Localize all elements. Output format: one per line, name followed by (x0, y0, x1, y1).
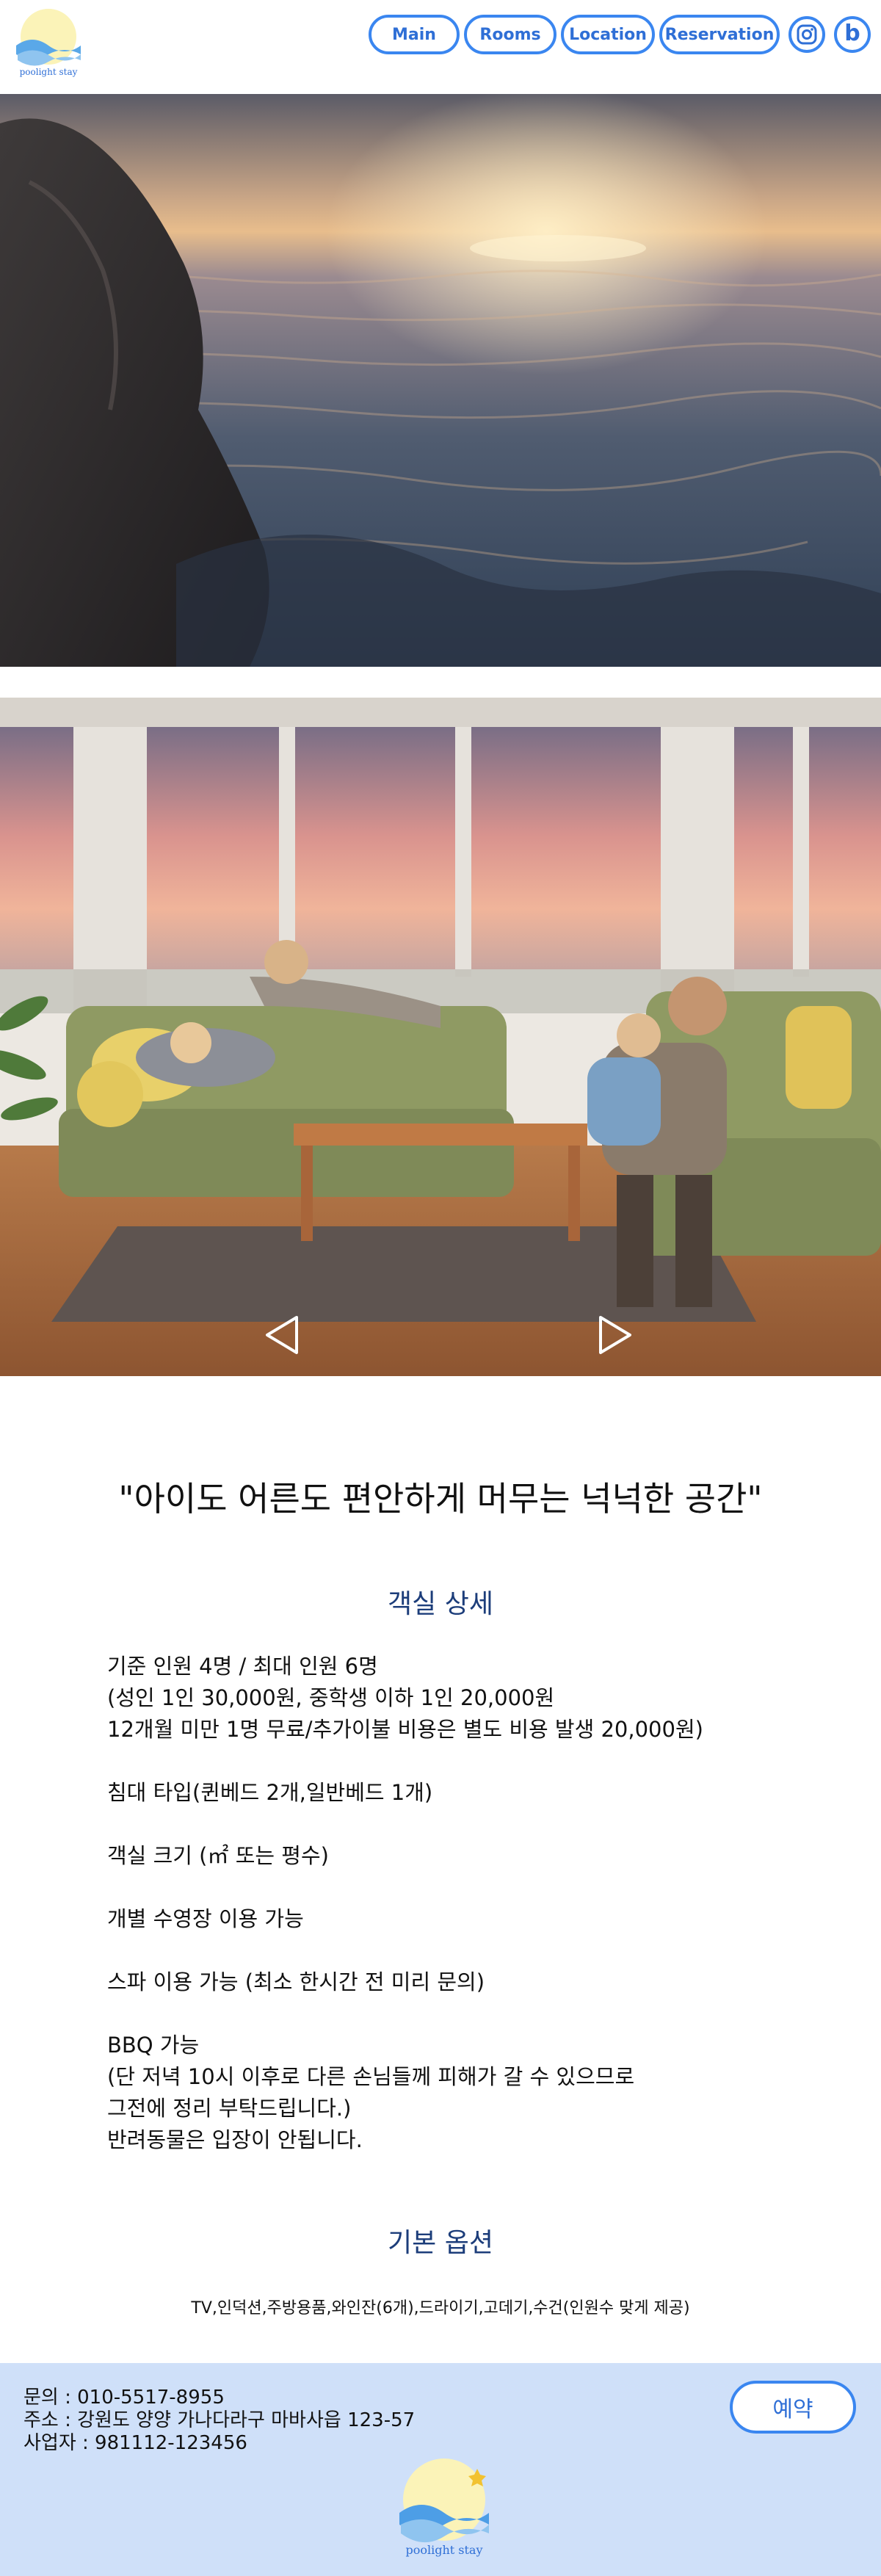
blog-b-icon[interactable]: b (834, 16, 871, 53)
brand-logo[interactable]: poolight stay (10, 7, 87, 81)
reserve-button[interactable]: 예약 (730, 2381, 856, 2434)
room-details-title: 객실 상세 (388, 1589, 493, 1619)
bed-type-info: 침대 타입(퀸베드 2개,일반베드 1개) (107, 1780, 433, 1805)
nav-reservation[interactable]: Reservation (659, 15, 780, 54)
pool-info: 개별 수영장 이용 가능 (107, 1906, 304, 1931)
main-nav: Main Rooms Location Reservation b (369, 15, 871, 54)
site-header: poolight stay Main Rooms Location Reserv… (0, 0, 881, 94)
svg-text:poolight stay: poolight stay (20, 67, 78, 77)
triangle-right-icon[interactable] (595, 1314, 636, 1356)
basic-options-title: 기본 옵션 (388, 2228, 493, 2258)
footer-logo: poolight stay (391, 2456, 498, 2561)
room-details-list: 기준 인원 4명 / 최대 인원 6명 (성인 1인 30,000원, 중학생 … (107, 1651, 812, 2188)
room-size-info: 객실 크기 (㎡ 또는 평수) (107, 1843, 329, 1868)
blog-letter: b (844, 20, 860, 46)
nav-rooms[interactable]: Rooms (464, 15, 556, 54)
basic-options-text: TV,인덕션,주방용품,와인잔(6개),드라이기,고데기,수건(인원수 맞게 제… (191, 2299, 690, 2318)
svg-text:poolight stay: poolight stay (405, 2543, 482, 2557)
capacity-info: 기준 인원 4명 / 최대 인원 6명 (성인 1인 30,000원, 중학생 … (107, 1654, 703, 1742)
site-footer: 문의 : 010-5517-8955 주소 : 강원도 양양 가나다라구 마바사… (0, 2363, 881, 2576)
nav-location[interactable]: Location (561, 15, 655, 54)
ocean-rock-sunset-photo (0, 94, 881, 667)
phone-text: 문의 : 010-5517-8955 (23, 2387, 225, 2409)
contact-info: 문의 : 010-5517-8955 주소 : 강원도 양양 가나다라구 마바사… (23, 2387, 415, 2455)
family-living-room-photo (0, 698, 881, 1376)
room-tagline: "아이도 어른도 편안하게 머무는 넉넉한 공간" (118, 1479, 763, 1519)
triangle-left-icon[interactable] (261, 1314, 302, 1356)
nav-main[interactable]: Main (369, 15, 460, 54)
spa-info: 스파 이용 가능 (최소 한시간 전 미리 문의) (107, 1969, 485, 1994)
address-text: 주소 : 강원도 양양 가나다라구 마바사읍 123-57 (23, 2409, 416, 2431)
bbq-info: BBQ 가능 (단 저녁 10시 이후로 다른 손님들께 피해가 갈 수 있으므… (107, 2033, 635, 2152)
business-number-text: 사업자 : 981112-123456 (23, 2432, 247, 2454)
instagram-icon[interactable] (788, 16, 825, 53)
